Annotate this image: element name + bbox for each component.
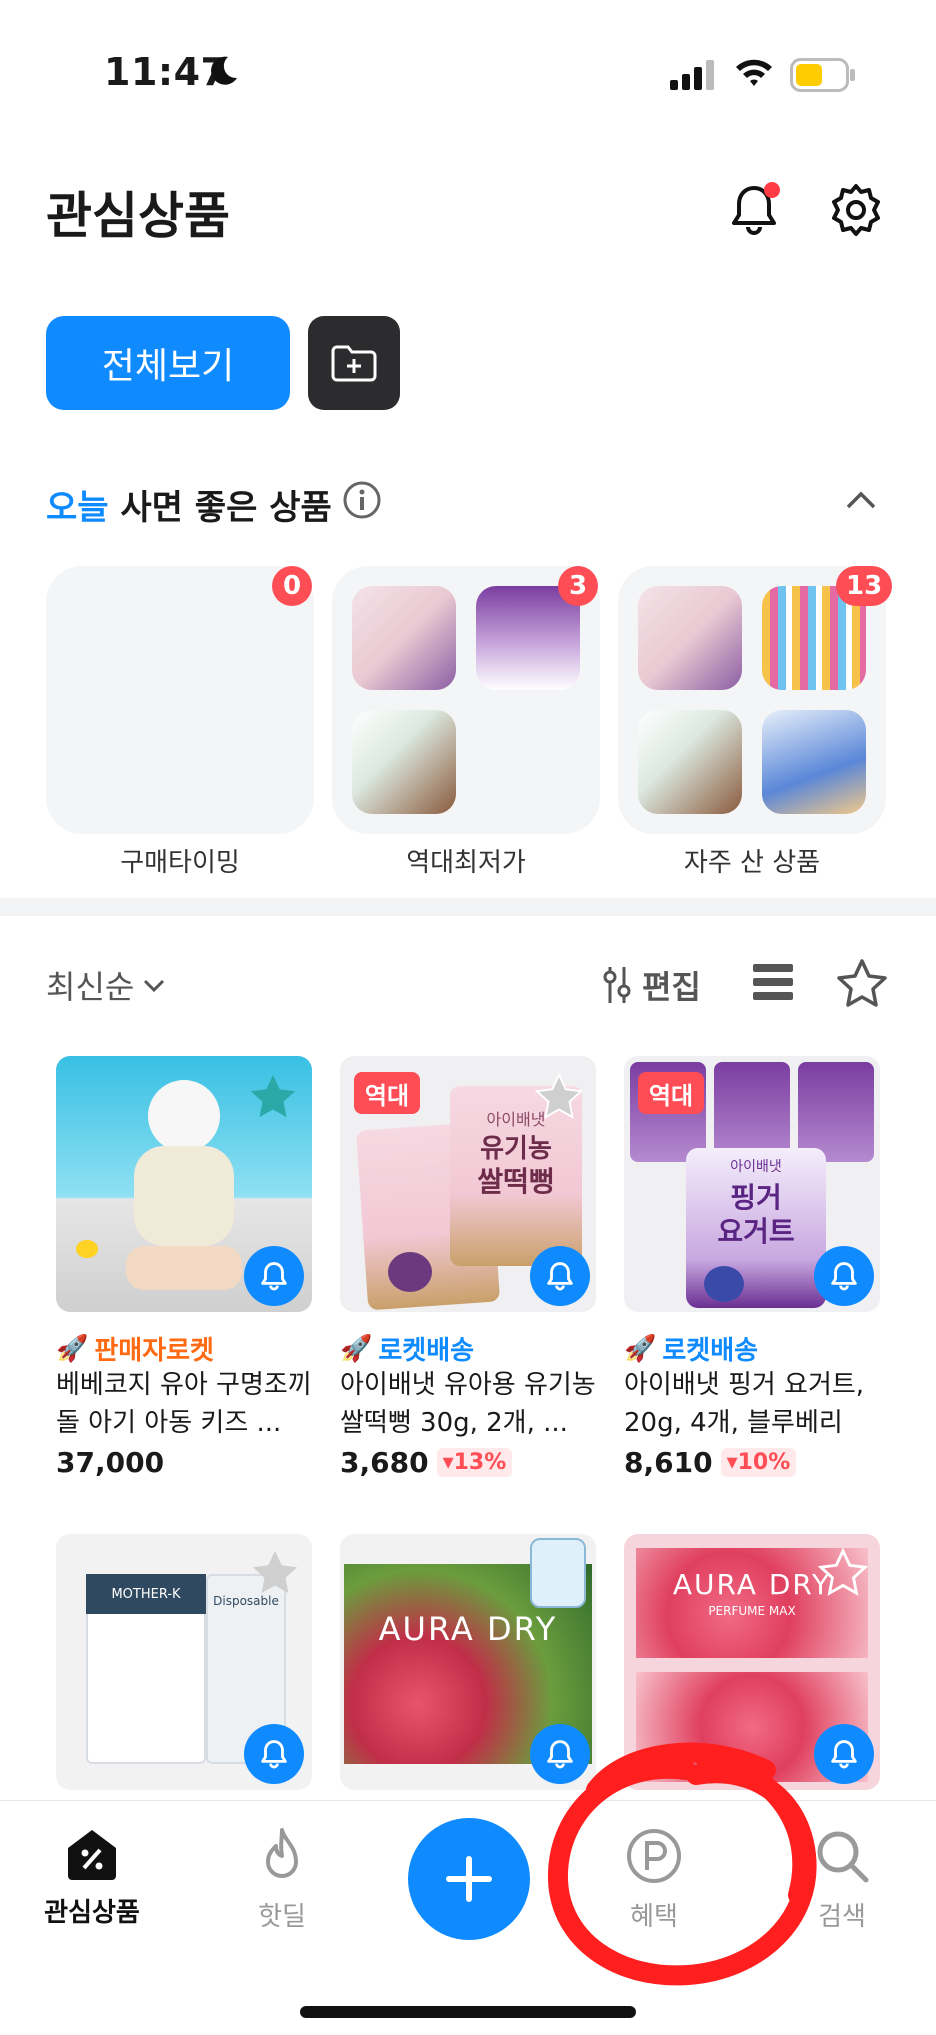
page-title: 관심상품	[46, 187, 230, 245]
edit-label: 편집	[642, 968, 701, 1006]
star-filled-icon[interactable]	[248, 1072, 298, 1120]
card-label: 구매타이밍	[120, 848, 240, 878]
lowest-price-tag: 역대	[354, 1072, 420, 1114]
card-label: 자주 산 상품	[683, 848, 821, 878]
delivery-type: 🚀 로켓배송	[624, 1333, 759, 1367]
battery-icon	[790, 58, 855, 92]
favorites-star-icon[interactable]	[836, 958, 888, 1008]
sort-dropdown[interactable]: 최신순	[46, 962, 166, 1008]
price-alert-button[interactable]	[530, 1246, 590, 1306]
product-price: 37,000	[56, 1446, 165, 1479]
plus-icon	[446, 1856, 492, 1902]
percent-tag-icon	[68, 1830, 116, 1880]
delivery-type: 🚀 판매자로켓	[56, 1333, 214, 1367]
card-frequent-purchases[interactable]	[618, 566, 886, 834]
discount-badge: ▾10%	[720, 1448, 797, 1477]
product-price: 3,680 ▾13%	[340, 1446, 513, 1479]
bell-icon	[547, 1262, 573, 1291]
bell-icon	[831, 1262, 857, 1291]
sort-label: 최신순	[46, 968, 135, 1006]
flame-icon	[266, 1828, 298, 1878]
signal-icon	[670, 60, 714, 90]
star-empty-icon[interactable]	[250, 1548, 300, 1596]
chevron-down-icon	[144, 979, 165, 993]
product-name[interactable]: 아이배냇 유아용 유기농 쌀떡뻥 30g, 2개, ...	[340, 1366, 600, 1442]
price-alert-button[interactable]	[244, 1246, 304, 1306]
annotation-circle	[547, 1742, 817, 1986]
rocket-icon: 🚀	[624, 1333, 657, 1364]
section-title-highlight: 오늘	[46, 488, 109, 528]
moon-icon	[211, 56, 237, 85]
nav-label: 관심상품	[44, 1898, 140, 1928]
sliders-icon	[603, 967, 631, 1003]
price-alert-button[interactable]	[814, 1246, 874, 1306]
rocket-icon: 🚀	[56, 1333, 89, 1364]
edit-button[interactable]: 편집	[602, 962, 701, 1008]
folder-plus-icon	[331, 345, 377, 382]
rocket-icon: 🚀	[340, 1333, 373, 1364]
product-name[interactable]: 아이배냇 핑거 요거트, 20g, 4개, 블루베리	[624, 1366, 884, 1442]
wifi-icon	[736, 59, 772, 86]
delivery-type: 🚀 로켓배송	[340, 1333, 475, 1367]
list-view-icon[interactable]	[752, 962, 794, 1002]
section-divider	[0, 898, 936, 916]
price-alert-button[interactable]	[244, 1724, 304, 1784]
section-title-rest: 사면 좋은 상품	[120, 488, 332, 528]
home-indicator	[300, 2006, 636, 2018]
nav-tab-watchlist[interactable]: 관심상품	[32, 1826, 152, 1929]
nav-label: 핫딜	[258, 1902, 306, 1932]
product-price: 8,610 ▾10%	[624, 1446, 797, 1479]
add-button[interactable]	[408, 1818, 530, 1940]
nav-tab-hotdeal[interactable]: 핫딜	[222, 1826, 342, 1933]
view-all-button[interactable]: 전체보기	[46, 316, 290, 410]
card-count-badge: 0	[272, 566, 312, 606]
card-count-badge: 13	[836, 566, 893, 606]
card-purchase-timing[interactable]	[46, 566, 314, 834]
product-name[interactable]: 베베코지 유아 구명조끼 돌 아기 아동 키즈 ...	[56, 1366, 316, 1442]
bell-icon	[831, 1740, 857, 1769]
gear-icon[interactable]	[826, 180, 886, 240]
info-icon[interactable]	[342, 480, 382, 520]
star-empty-icon[interactable]	[534, 1072, 584, 1120]
chevron-up-icon[interactable]	[844, 488, 878, 512]
card-label: 역대최저가	[406, 848, 526, 878]
bell-icon	[261, 1262, 287, 1291]
card-lowest-price[interactable]	[332, 566, 600, 834]
notification-dot	[764, 182, 780, 198]
bell-icon	[261, 1740, 287, 1769]
card-count-badge: 3	[558, 566, 598, 606]
lowest-price-tag: 역대	[638, 1072, 704, 1114]
star-empty-icon[interactable]	[818, 1548, 868, 1596]
section-title: 오늘 사면 좋은 상품	[46, 480, 332, 529]
discount-badge: ▾13%	[436, 1448, 513, 1477]
add-folder-button[interactable]	[308, 316, 400, 410]
